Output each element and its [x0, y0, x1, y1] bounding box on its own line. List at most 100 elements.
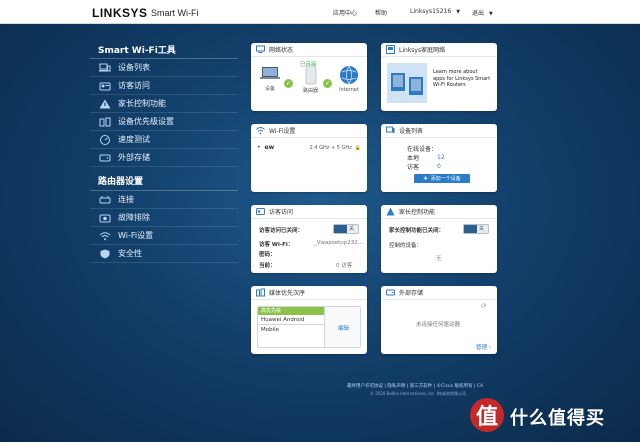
sidebar-item-device-list[interactable]: 设备列表 — [90, 59, 238, 77]
sidebar-item-parental-controls[interactable]: 家长控制功能 — [90, 95, 238, 113]
guest-toggle-label: 访客访问已关闭： — [259, 228, 304, 234]
sidebar-item-label: Wi-Fi设置 — [118, 231, 154, 240]
external-storage-icon — [386, 288, 395, 297]
guest-access-icon — [256, 207, 265, 216]
parental-toggle-label: 家长控制功能已关闭： — [389, 228, 445, 234]
sidebar-item-device-priority[interactable]: 设备优先级设置 — [90, 113, 238, 131]
wifi-ssid: ew — [264, 144, 275, 151]
guest-current-label: 当前： — [259, 263, 276, 269]
sidebar-item-label: 设备列表 — [118, 63, 150, 72]
parental-controls-card[interactable]: 家长控制功能 家长控制功能已关闭： 关 控制的设备： 无 — [381, 205, 497, 273]
sidebar-item-label: 速度测试 — [118, 135, 150, 144]
local-label: 本地 — [407, 155, 420, 162]
media-priority-table: 高优先级 Huawei Android Mobile 编辑 — [257, 306, 361, 348]
sidebar-section-title: 路由器设置 — [90, 173, 238, 191]
sidebar-item-label: 家长控制功能 — [118, 99, 166, 108]
nav-router-menu[interactable]: Linksys15216 ▼ — [410, 8, 460, 15]
nav-app-center[interactable]: 应用中心 — [333, 8, 357, 17]
edit-link[interactable]: 编辑 — [324, 307, 360, 347]
router-node: 路由器 — [303, 65, 318, 94]
add-device-label: 添加一个设备 — [430, 176, 461, 182]
toggle-knob — [464, 225, 477, 233]
parental-controls-toggle[interactable]: 关 — [463, 224, 489, 234]
nav-logout[interactable]: 退出 ▼ — [472, 8, 493, 17]
card-title: 家长控制功能 — [399, 209, 436, 216]
toggle-knob — [334, 225, 347, 233]
guest-count[interactable]: 0 — [437, 163, 441, 170]
footer-links[interactable]: 最终用户许可协议 | 隐私声明 | 第三方软件 | ©Cisco 版权所有 | … — [347, 383, 483, 389]
bullet-icon: • — [257, 144, 261, 151]
card-title: 访客访问 — [269, 209, 294, 216]
wifi-network-row: • ew 2.4 GHz + 5 GHz 🔒 — [251, 138, 367, 157]
card-title: 外部存储 — [399, 290, 424, 297]
sidebar-router-settings: 连接 故障排除 Wi-Fi设置 安全性 — [90, 191, 238, 263]
wifi-settings-card[interactable]: Wi-Fi设置 • ew 2.4 GHz + 5 GHz 🔒 — [251, 124, 367, 192]
external-storage-card[interactable]: 外部存储 ⟳ 未连接任何驱动器 管理 › — [381, 286, 497, 354]
watermark-logo: 值 — [470, 398, 504, 432]
parental-controls-icon — [386, 207, 395, 216]
card-header: 家长控制功能 — [381, 205, 497, 219]
sidebar-item-wifi-settings[interactable]: Wi-Fi设置 — [90, 227, 238, 245]
network-diagram: 已连接 设备 ✓ 路由器 ✓ Internet — [251, 57, 367, 109]
card-header: 设备列表 — [381, 124, 497, 138]
footer-copyright: © 2020 Belkin International, Inc. 和/或其附属… — [370, 391, 467, 396]
guest-access-toggle[interactable]: 关 — [333, 224, 359, 234]
guest-access-card[interactable]: 访客访问 访客访问已关闭： 关 访客 Wi-Fi： _Vwapsetup232.… — [251, 205, 367, 273]
sidebar-item-speed-test[interactable]: 速度测试 — [90, 131, 238, 149]
plus-icon: ✚ — [423, 175, 428, 182]
guest-password-label: 密码： — [259, 252, 276, 258]
sidebar-item-troubleshooting[interactable]: 故障排除 — [90, 209, 238, 227]
sidebar-item-external-storage[interactable]: 外部存储 — [90, 149, 238, 167]
local-count[interactable]: 12 — [437, 154, 445, 161]
controlled-devices-label: 控制的设备： — [389, 243, 423, 249]
storage-status: 未连接任何驱动器 — [416, 322, 461, 328]
sidebar-item-label: 故障排除 — [118, 213, 150, 222]
manage-label: 管理 — [476, 345, 488, 351]
router-name: Linksys15216 — [410, 8, 452, 15]
card-title: 媒体优先次序 — [269, 290, 306, 297]
media-priority-card[interactable]: 媒体优先次序 高优先级 Huawei Android Mobile 编辑 — [251, 286, 367, 354]
network-icon — [256, 45, 265, 54]
media-priority-icon — [256, 288, 265, 297]
sidebar-item-connectivity[interactable]: 连接 — [90, 191, 238, 209]
linksys-promo-card[interactable]: Linksys家庭网络 Learn more about apps for Li… — [381, 43, 497, 111]
sidebar-item-label: 设备优先级设置 — [118, 117, 174, 126]
card-header: 媒体优先次序 — [251, 286, 367, 300]
refresh-icon[interactable]: ⟳ — [481, 302, 487, 310]
security-icon — [98, 247, 112, 261]
sidebar-item-guest-access[interactable]: 访客访问 — [90, 77, 238, 95]
sidebar-item-security[interactable]: 安全性 — [90, 245, 238, 263]
speed-test-icon — [98, 133, 112, 147]
device-list-card[interactable]: 设备列表 在线设备： 本地 12 访客 0 ✚ 添加一个设备 — [381, 124, 497, 192]
network-status-card[interactable]: 网络状态 已连接 设备 ✓ 路由器 ✓ Internet — [251, 43, 367, 111]
product-name: Smart Wi-Fi — [151, 8, 199, 18]
wifi-icon — [98, 229, 112, 243]
internet-node: Internet — [339, 65, 359, 93]
card-header: 访客访问 — [251, 205, 367, 219]
guest-label: 访客 — [407, 164, 420, 171]
manage-link[interactable]: 管理 › — [476, 343, 491, 351]
online-devices-heading: 在线设备： — [381, 144, 497, 153]
devices-label: 设备 — [264, 86, 275, 92]
external-storage-icon — [98, 151, 112, 165]
logout-label: 退出 — [472, 10, 485, 17]
chevron-down-icon: ▼ — [456, 9, 461, 15]
internet-label: Internet — [339, 87, 359, 93]
toggle-state: 关 — [348, 226, 354, 232]
nav-help[interactable]: 帮助 — [375, 8, 387, 17]
priority-device-row[interactable]: Huawei Android Mobile — [258, 315, 324, 333]
card-title: 网络状态 — [269, 47, 294, 54]
top-header: LINKSYS Smart Wi-Fi 应用中心 帮助 Linksys15216… — [0, 0, 640, 24]
card-title: Wi-Fi设置 — [269, 128, 296, 135]
wifi-icon — [256, 126, 265, 135]
home-network-icon — [386, 45, 395, 54]
card-header: 网络状态 — [251, 43, 367, 57]
brand-logo[interactable]: LINKSYS — [92, 6, 148, 20]
chevron-right-icon: › — [487, 345, 491, 351]
watermark-text: 什么值得买 — [510, 408, 605, 429]
guest-wifi-label: 访客 Wi-Fi： — [259, 242, 294, 248]
guest-devices-row: 访客 0 — [381, 162, 497, 171]
local-devices-row: 本地 12 — [381, 153, 497, 162]
add-device-button[interactable]: ✚ 添加一个设备 — [414, 174, 470, 183]
router-icon — [305, 65, 316, 85]
